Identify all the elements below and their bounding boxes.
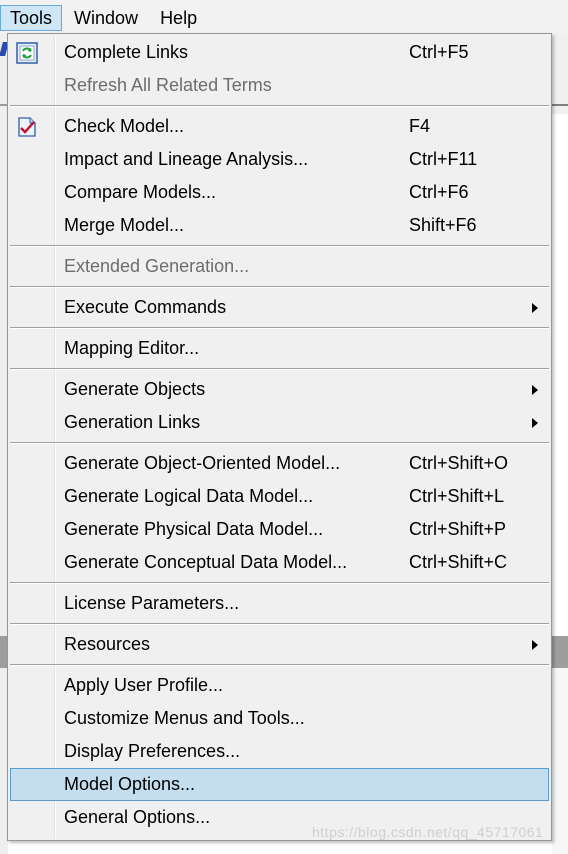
menu-separator: [10, 582, 549, 584]
menu-separator: [10, 327, 549, 329]
menu-item-shortcut: Ctrl+Shift+O: [409, 453, 509, 473]
menu-separator: [10, 623, 549, 625]
menu-item-execute-commands[interactable]: Execute Commands: [10, 291, 549, 324]
toolbar-divider: [552, 104, 568, 106]
menu-item-label: Generate Logical Data Model...: [64, 486, 314, 506]
menu-item-label: Display Preferences...: [64, 741, 241, 761]
menu-item-complete-links[interactable]: Complete Links Ctrl+F5: [10, 36, 549, 69]
menu-item-label: General Options...: [64, 807, 211, 827]
menu-item-resources[interactable]: Resources: [10, 628, 549, 661]
menu-item-label: Model Options...: [64, 774, 196, 794]
menu-item-shortcut: F4: [409, 116, 431, 136]
menu-item-label: Impact and Lineage Analysis...: [64, 149, 309, 169]
menu-item-shortcut: Ctrl+Shift+C: [409, 552, 508, 572]
menu-separator: [10, 368, 549, 370]
menu-item-generate-pdm[interactable]: Generate Physical Data Model... Ctrl+Shi…: [10, 513, 549, 546]
menu-item-label: Generate Physical Data Model...: [64, 519, 324, 539]
menu-item-refresh-related-terms: Refresh All Related Terms: [10, 69, 549, 102]
submenu-arrow-icon: [532, 640, 538, 650]
menu-item-label: Customize Menus and Tools...: [64, 708, 305, 728]
menu-item-label: Check Model...: [64, 116, 185, 136]
menu-item-extended-generation: Extended Generation...: [10, 250, 549, 283]
menu-item-shortcut: Ctrl+F6: [409, 182, 469, 202]
menu-item-impact-lineage[interactable]: Impact and Lineage Analysis... Ctrl+F11: [10, 143, 549, 176]
menu-item-shortcut: Ctrl+Shift+P: [409, 519, 507, 539]
menu-separator: [10, 664, 549, 666]
menu-item-label: Mapping Editor...: [64, 338, 200, 358]
menu-bar: Tools Window Help: [0, 4, 209, 32]
submenu-arrow-icon: [532, 418, 538, 428]
complete-links-icon: [16, 42, 38, 64]
menu-item-generate-oom[interactable]: Generate Object-Oriented Model... Ctrl+S…: [10, 447, 549, 480]
menu-item-label: Compare Models...: [64, 182, 217, 202]
menu-separator: [10, 105, 549, 107]
menu-item-apply-user-profile[interactable]: Apply User Profile...: [10, 669, 549, 702]
menu-item-generate-objects[interactable]: Generate Objects: [10, 373, 549, 406]
menu-item-shortcut: Ctrl+Shift+L: [409, 486, 505, 506]
menu-help[interactable]: Help: [150, 5, 207, 31]
menu-item-label: Generate Object-Oriented Model...: [64, 453, 341, 473]
menu-item-label: Generate Objects: [64, 379, 206, 399]
menu-item-label: Execute Commands: [64, 297, 227, 317]
menu-separator: [10, 442, 549, 444]
menu-item-label: Merge Model...: [64, 215, 185, 235]
menu-separator: [10, 245, 549, 247]
menu-tools[interactable]: Tools: [0, 5, 63, 31]
menu-item-label: License Parameters...: [64, 593, 240, 613]
menu-window[interactable]: Window: [64, 5, 148, 31]
menu-item-generate-ldm[interactable]: Generate Logical Data Model... Ctrl+Shif…: [10, 480, 549, 513]
menu-item-label: Complete Links: [64, 42, 189, 62]
background-workspace: [552, 668, 568, 854]
menu-item-label: Resources: [64, 634, 151, 654]
menu-item-label: Generation Links: [64, 412, 201, 432]
check-model-icon: [18, 117, 36, 137]
menu-item-customize-menus[interactable]: Customize Menus and Tools...: [10, 702, 549, 735]
menu-item-shortcut: Ctrl+F5: [409, 42, 469, 62]
menu-item-merge-model[interactable]: Merge Model... Shift+F6: [10, 209, 549, 242]
menu-item-mapping-editor[interactable]: Mapping Editor...: [10, 332, 549, 365]
menu-separator: [10, 286, 549, 288]
menu-item-label: Apply User Profile...: [64, 675, 224, 695]
watermark: https://blog.csdn.net/qq_45717061: [312, 824, 544, 840]
menu-item-check-model[interactable]: Check Model... F4: [10, 110, 549, 143]
submenu-arrow-icon: [532, 303, 538, 313]
menu-item-shortcut: Shift+F6: [409, 215, 477, 235]
menu-item-display-preferences[interactable]: Display Preferences...: [10, 735, 549, 768]
background-panel-band: [552, 636, 568, 668]
menu-item-label: Refresh All Related Terms: [64, 75, 272, 95]
menu-item-label: Extended Generation...: [64, 256, 250, 276]
menu-item-compare-models[interactable]: Compare Models... Ctrl+F6: [10, 176, 549, 209]
menu-item-model-options[interactable]: Model Options...: [10, 768, 549, 801]
tools-dropdown-menu: Complete Links Ctrl+F5 Refresh All Relat…: [7, 33, 552, 841]
menu-item-generate-cdm[interactable]: Generate Conceptual Data Model... Ctrl+S…: [10, 546, 549, 579]
menu-item-generation-links[interactable]: Generation Links: [10, 406, 549, 439]
menu-item-shortcut: Ctrl+F11: [409, 149, 478, 169]
submenu-arrow-icon: [532, 385, 538, 395]
menu-item-license-parameters[interactable]: License Parameters...: [10, 587, 549, 620]
menu-item-label: Generate Conceptual Data Model...: [64, 552, 348, 572]
